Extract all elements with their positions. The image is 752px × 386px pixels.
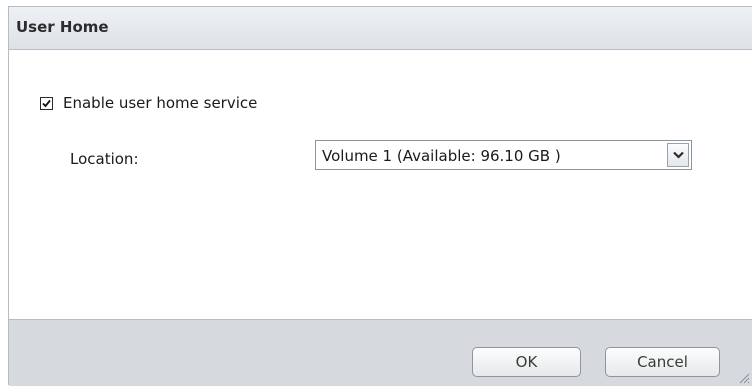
- dialog-footer: OK Cancel: [9, 319, 752, 386]
- chevron-down-icon: [673, 151, 684, 159]
- location-select-value: Volume 1 (Available: 96.10 GB ): [322, 147, 561, 165]
- user-home-dialog: User Home Enable user home service Locat…: [8, 6, 752, 386]
- resize-grip-icon[interactable]: [736, 370, 750, 384]
- dialog-title: User Home: [16, 18, 109, 36]
- enable-user-home-label: Enable user home service: [63, 94, 258, 112]
- dialog-titlebar[interactable]: User Home: [9, 7, 752, 50]
- ok-button[interactable]: OK: [472, 347, 581, 377]
- checkmark-icon: [42, 99, 51, 107]
- enable-user-home-checkbox[interactable]: [40, 96, 53, 110]
- cancel-button[interactable]: Cancel: [605, 347, 720, 377]
- location-select[interactable]: Volume 1 (Available: 96.10 GB ): [315, 140, 692, 170]
- enable-user-home-row[interactable]: Enable user home service: [40, 94, 257, 112]
- location-label: Location:: [70, 150, 139, 168]
- location-dropdown-button[interactable]: [667, 143, 689, 167]
- dialog-content: Enable user home service Location: Volum…: [9, 50, 752, 319]
